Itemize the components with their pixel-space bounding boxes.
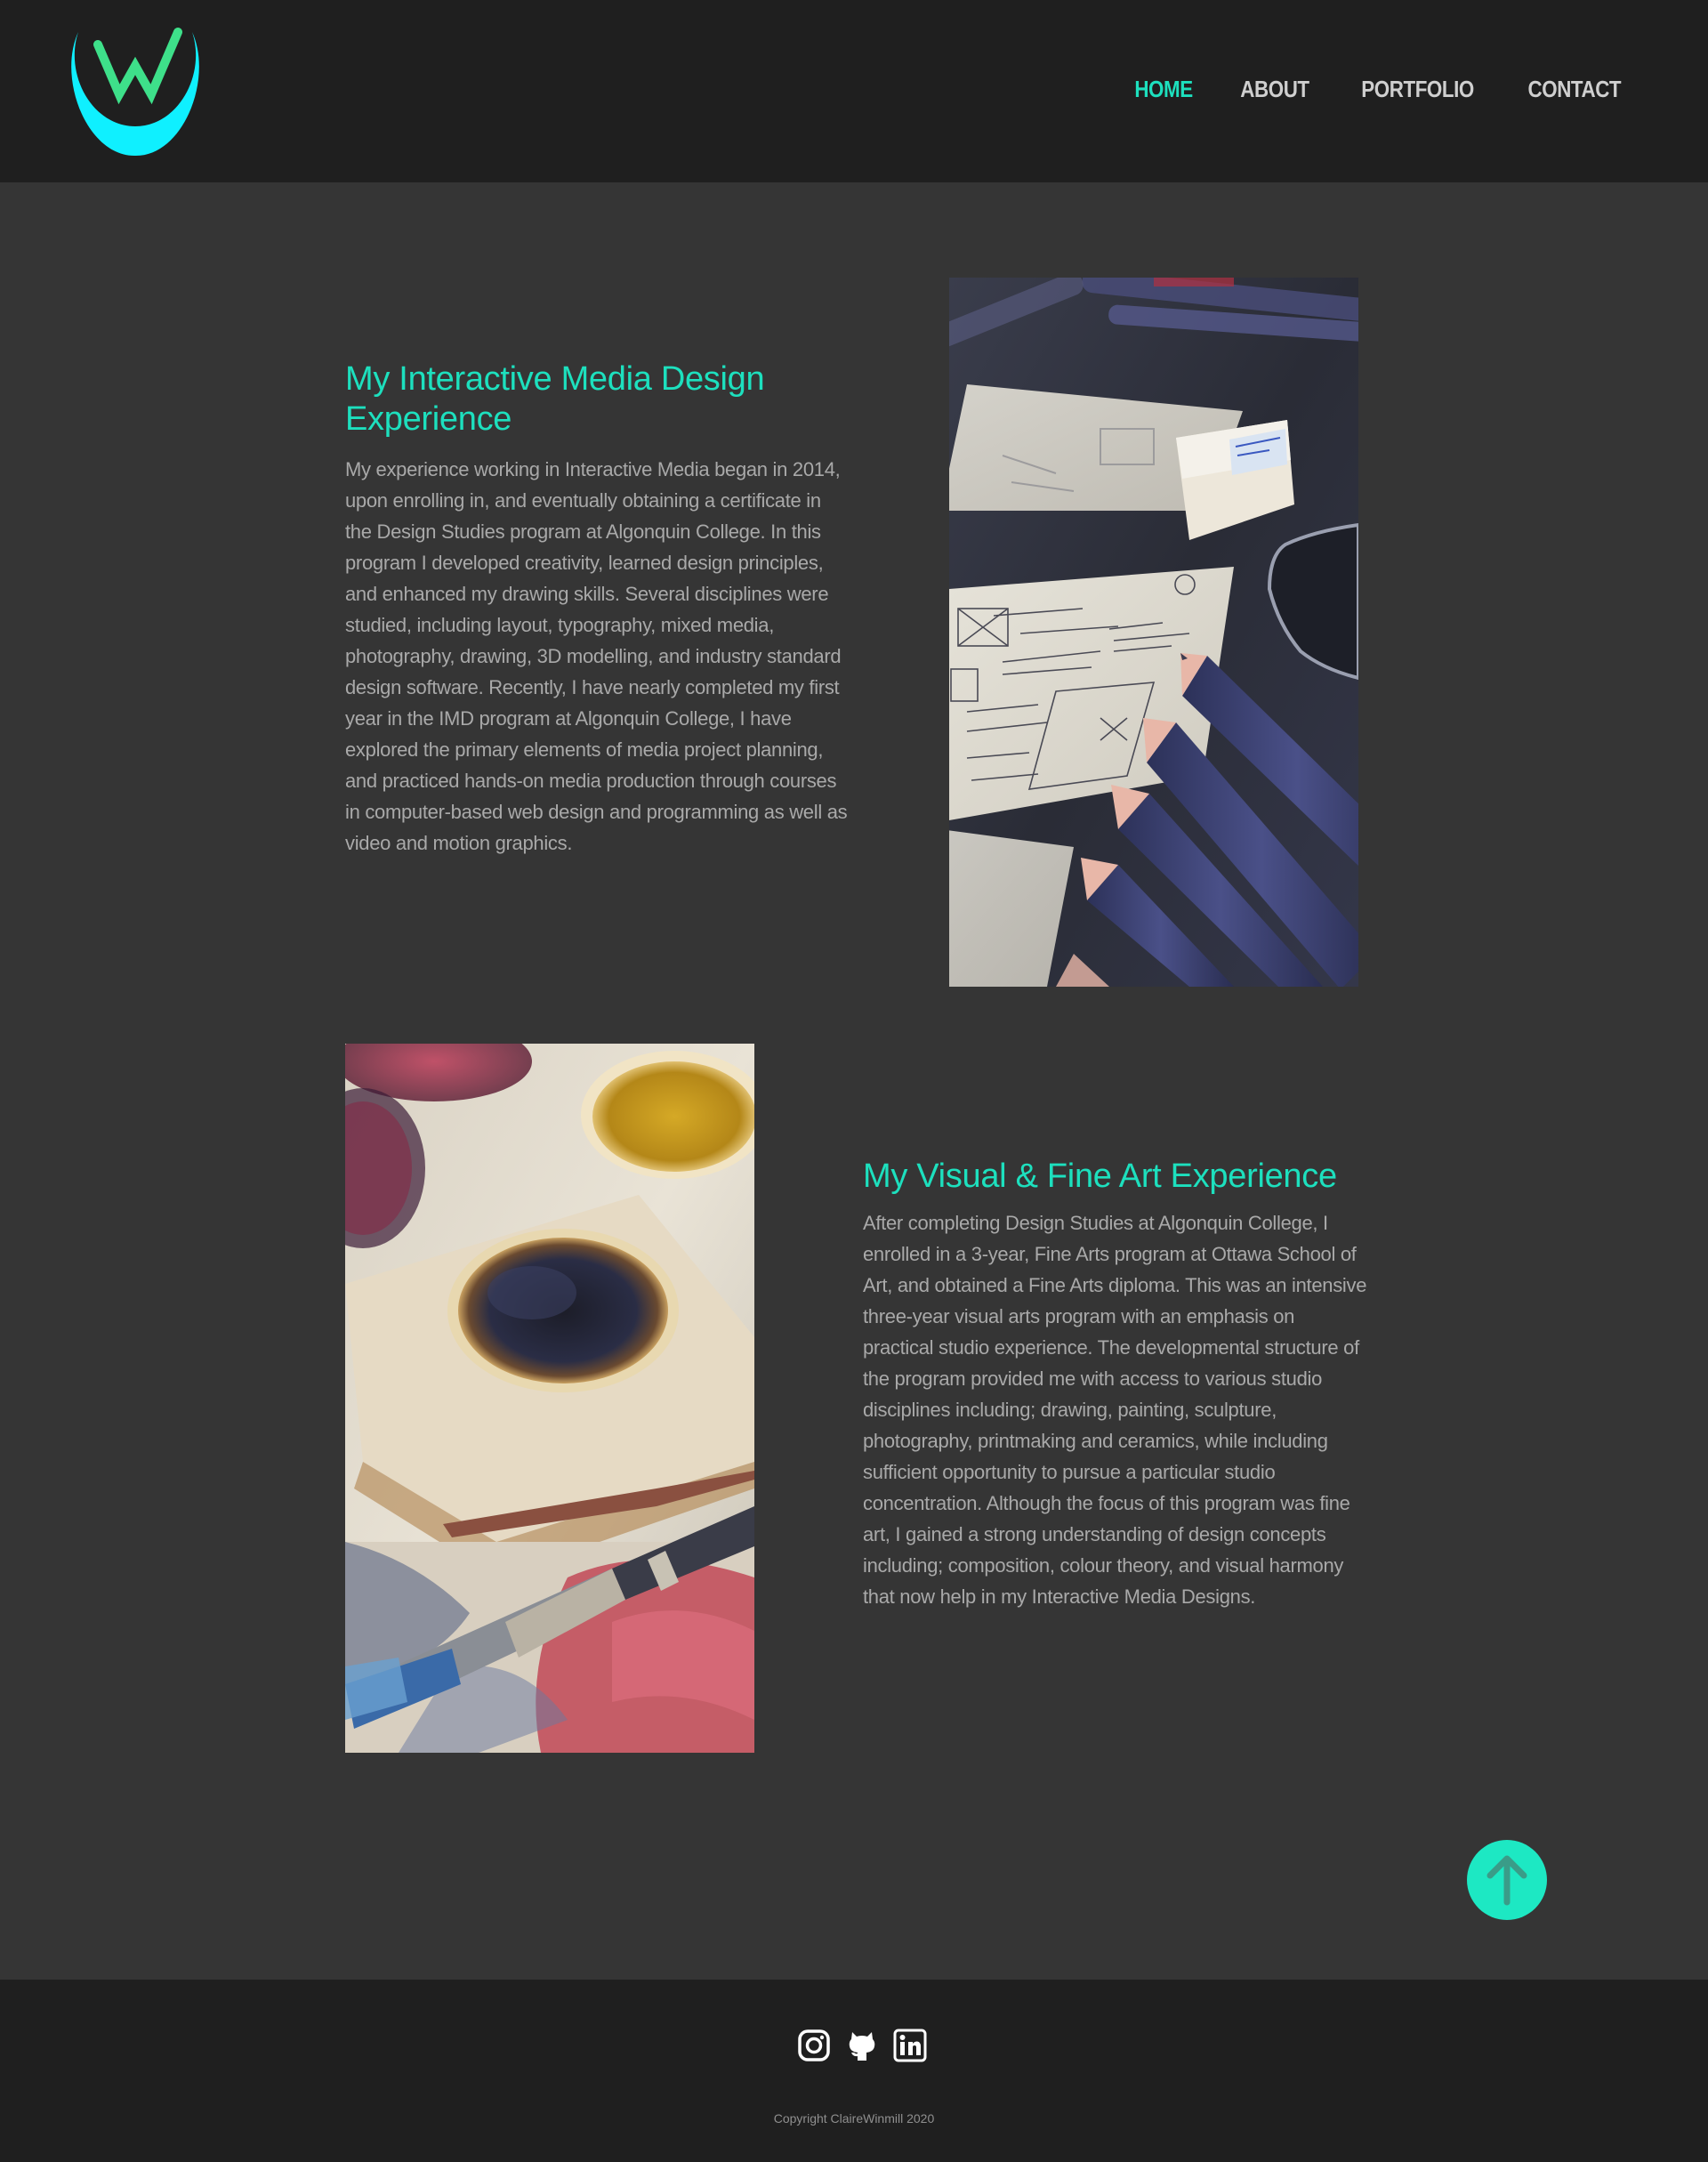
site-footer: Copyright ClaireWinmill 2020 [0,1980,1708,2162]
instagram-link[interactable] [797,2029,831,2062]
paint-palette-brush-photo [345,1044,754,1753]
logo-link[interactable] [64,27,206,158]
section-title-fine-art: My Visual & Fine Art Experience [863,1158,1337,1195]
social-links [797,2029,927,2062]
back-to-top-button[interactable] [1467,1840,1547,1920]
wireframe-sketches-pencils-photo [949,278,1358,987]
section-body-interactive-media: My experience working in Interactive Med… [345,458,848,854]
github-icon [849,2032,875,2061]
site-header: HOME ABOUT PORTFOLIO CONTACT [0,0,1708,182]
main-nav: HOME ABOUT PORTFOLIO CONTACT [1130,76,1629,103]
nav-home[interactable]: HOME [1135,76,1194,103]
w-crescent-logo-icon [71,28,199,157]
arrow-up-icon [1486,1855,1527,1906]
nav-contact[interactable]: CONTACT [1528,76,1622,103]
linkedin-link[interactable] [893,2029,927,2062]
section-title-interactive-media: My Interactive Media Design Experience [345,360,765,438]
section-body-fine-art: After completing Design Studies at Algon… [863,1212,1367,1608]
nav-portfolio[interactable]: PORTFOLIO [1361,76,1474,103]
linkedin-icon [893,2029,927,2062]
nav-about[interactable]: ABOUT [1241,76,1310,103]
instagram-icon [798,2029,830,2061]
copyright-text: Copyright ClaireWinmill 2020 [773,2111,935,2126]
github-link[interactable] [845,2029,879,2062]
